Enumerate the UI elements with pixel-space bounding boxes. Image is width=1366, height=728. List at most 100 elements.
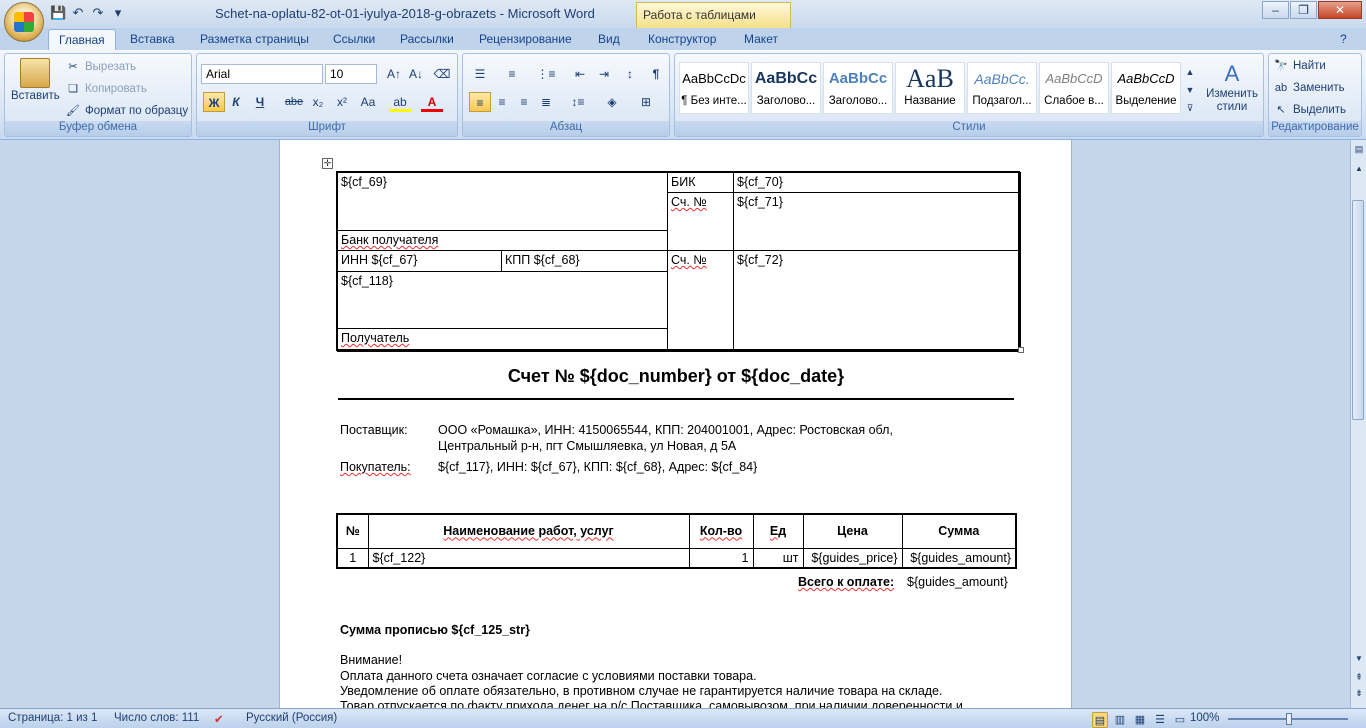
change-case-button[interactable]: Aa [357,92,379,112]
language-indicator[interactable]: Русский (Россия) [246,712,337,724]
row-number-cell[interactable]: 1 [336,547,369,568]
col-name-header: Наименование работ, услуг [367,513,690,549]
align-left-button[interactable]: ≡ [469,92,491,112]
clear-format-button[interactable]: ⌫ [431,64,453,84]
document-page[interactable]: ✛ ${cf_69} Банк получателя БИК Сч. № ${c… [279,140,1072,713]
close-button[interactable]: ✕ [1318,1,1362,19]
draft-icon[interactable]: ▭ [1172,712,1188,728]
subscript-button[interactable]: x₂ [307,92,329,112]
change-styles-button[interactable]: A Изменить стили [1203,60,1261,114]
sort-button[interactable]: ↕ [619,64,641,84]
increase-indent-button[interactable]: ⇥ [593,64,615,84]
zoom-slider-knob[interactable] [1286,713,1292,725]
full-screen-reading-icon[interactable]: ▥ [1112,712,1128,728]
restore-button[interactable]: ❐ [1290,1,1317,19]
kpp-cell[interactable]: КПП ${cf_68} [501,250,668,272]
grow-font-button[interactable]: A↑ [383,64,405,84]
find-button[interactable]: 🔭 Найти [1273,58,1326,74]
inn-cell[interactable]: ИНН ${cf_67} [337,250,502,272]
vertical-scrollbar[interactable]: ▤ ▲ ▼ ⇞ ⇟ [1350,140,1366,708]
numbering-button[interactable]: ≡ [501,64,523,84]
style-emphasis[interactable]: AaBbCcD Выделение [1111,62,1181,114]
tab-page-layout[interactable]: Разметка страницы [190,29,319,50]
redo-icon[interactable]: ↷ [90,5,106,21]
scroll-down-icon[interactable]: ▼ [1353,654,1365,668]
copy-button[interactable]: ❏ Копировать [65,81,147,97]
print-layout-icon[interactable]: ▤ [1092,712,1108,728]
style-heading-1[interactable]: AaBbCc Заголово... [751,62,821,114]
undo-icon[interactable]: ↶ [70,5,86,21]
tab-references[interactable]: Ссылки [323,29,385,50]
scroll-thumb[interactable] [1352,200,1364,420]
tab-table-layout[interactable]: Макет [734,29,788,50]
table-move-handle-icon[interactable]: ✛ [322,158,333,169]
help-icon[interactable]: ? [1336,29,1351,50]
ruler-toggle-icon[interactable]: ▤ [1353,144,1365,158]
strikethrough-button[interactable]: abe [283,92,305,112]
styles-more-icon[interactable]: ⊽ [1183,98,1197,118]
font-size-select[interactable]: 10 [325,64,377,84]
scroll-up-icon[interactable]: ▲ [1353,164,1365,178]
borders-button[interactable]: ⊞ [635,92,657,112]
tab-view[interactable]: Вид [588,29,630,50]
justify-button[interactable]: ≣ [535,92,557,112]
font-color-button[interactable]: A [421,92,443,112]
zoom-slider[interactable] [1228,713,1348,725]
account-value-cell[interactable]: ${cf_71} [733,192,1021,251]
next-page-icon[interactable]: ⇟ [1353,688,1365,702]
prev-page-icon[interactable]: ⇞ [1353,672,1365,686]
highlight-button[interactable]: ab [389,92,411,112]
line-spacing-button[interactable]: ↕≡ [567,92,589,112]
word-count[interactable]: Число слов: 111 [114,712,199,724]
styles-scroll-up-icon[interactable]: ▲ [1183,62,1197,82]
styles-scroll-down-icon[interactable]: ▼ [1183,80,1197,100]
shading-button[interactable]: ◈ [601,92,623,112]
proofing-icon[interactable]: ✔ [214,712,224,726]
style-heading-2[interactable]: AaBbCc Заголово... [823,62,893,114]
superscript-button[interactable]: x² [331,92,353,112]
style-subtle-emphasis[interactable]: AaBbCcD Слабое в... [1039,62,1109,114]
minimize-button[interactable]: – [1262,1,1289,19]
zoom-level[interactable]: 100% [1190,712,1219,724]
show-marks-button[interactable]: ¶ [645,64,667,84]
select-button[interactable]: ↖ Выделить [1273,102,1346,118]
shrink-font-button[interactable]: A↓ [405,64,427,84]
underline-button[interactable]: Ч [249,92,271,112]
row-name-cell[interactable]: ${cf_122} [367,547,690,568]
bik-value-cell[interactable]: ${cf_70} [733,172,1021,193]
decrease-indent-button[interactable]: ⇤ [569,64,591,84]
row-price-cell[interactable]: ${guides_price} [802,547,903,568]
outline-icon[interactable]: ☰ [1152,712,1168,728]
page-indicator[interactable]: Страница: 1 из 1 [8,712,97,724]
recipient-name-cell[interactable]: ${cf_118} [337,271,668,329]
customize-qat-icon[interactable]: ▾ [110,5,126,21]
style-subtitle[interactable]: AaBbCc. Подзагол... [967,62,1037,114]
tab-home[interactable]: Главная [48,29,116,50]
format-painter-button[interactable]: 🖌 Формат по образцу [65,103,188,119]
tab-review[interactable]: Рецензирование [469,29,582,50]
table-resize-handle[interactable] [1018,347,1024,353]
italic-button[interactable]: К [225,92,247,112]
row-sum-cell[interactable]: ${guides_amount} [901,547,1017,568]
row-qty-cell[interactable]: 1 [688,547,754,568]
save-icon[interactable]: 💾 [50,5,66,21]
align-center-button[interactable]: ≡ [491,92,513,112]
align-right-button[interactable]: ≡ [513,92,535,112]
account2-value-cell[interactable]: ${cf_72} [733,250,1021,352]
tab-insert[interactable]: Вставка [120,29,185,50]
bank-name-cell[interactable]: ${cf_69} [337,172,668,231]
font-name-select[interactable]: Arial [201,64,323,84]
paste-button[interactable]: Вставить [11,58,60,102]
style-title[interactable]: AaB Название [895,62,965,114]
row-unit-cell[interactable]: шт [752,547,804,568]
cut-button[interactable]: ✂ Вырезать [65,59,136,75]
multilevel-list-button[interactable]: ⋮≡ [535,64,557,84]
style-no-spacing[interactable]: AaBbCcDc ¶ Без инте... [679,62,749,114]
tab-mailings[interactable]: Рассылки [390,29,464,50]
web-layout-icon[interactable]: ▦ [1132,712,1148,728]
bold-button[interactable]: Ж [203,92,225,112]
bullets-button[interactable]: ☰ [469,64,491,84]
office-button[interactable] [4,2,44,42]
tab-table-design[interactable]: Конструктор [638,29,726,50]
replace-button[interactable]: ab Заменить [1273,80,1345,96]
